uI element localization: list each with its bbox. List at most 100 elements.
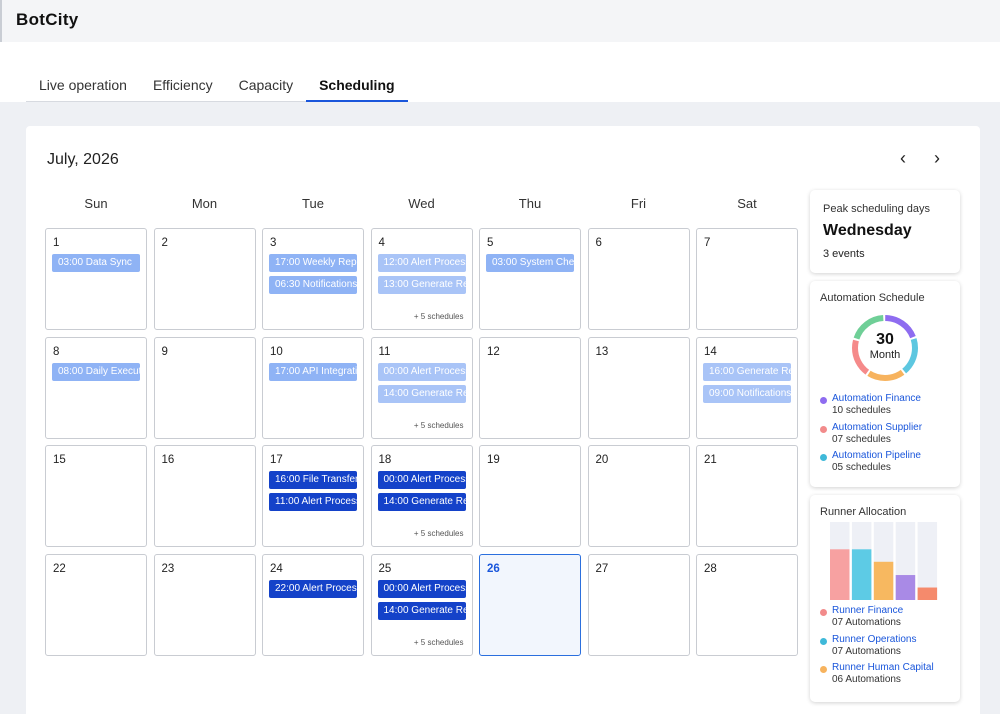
tab-scheduling[interactable]: Scheduling: [306, 74, 408, 102]
legend-count: 07 Automations: [832, 617, 901, 628]
legend-dot: [820, 666, 827, 673]
day-number: 9: [161, 345, 168, 358]
day-cell[interactable]: 13: [587, 336, 690, 439]
schedule-event[interactable]: 09:00 Notifications: [703, 384, 791, 403]
day-cell[interactable]: 3 17:00 Weekly Report 06:30 Notifications: [262, 228, 364, 330]
more-schedules-link[interactable]: + 5 schedules: [414, 421, 464, 430]
weekday-sat: Sat: [737, 196, 757, 211]
botcity-logo[interactable]: BotCity: [16, 10, 79, 30]
tab-efficiency[interactable]: Efficiency: [140, 74, 226, 102]
schedule-event[interactable]: 00:00 Alert Processing: [377, 362, 466, 381]
day-cell[interactable]: 20: [587, 445, 690, 547]
weekday-mon: Mon: [191, 196, 218, 211]
day-number: 18: [378, 454, 392, 466]
schedule-event[interactable]: 22:00 Alert Processing: [269, 579, 357, 598]
day-number: 13: [595, 345, 609, 358]
day-cell[interactable]: 9: [153, 336, 256, 439]
schedule-event[interactable]: 00:00 Alert Processing: [377, 471, 466, 489]
day-cell[interactable]: 14 16:00 Generate Report 09:00 Notificatio…: [696, 336, 798, 439]
tab-capacity[interactable]: Capacity: [226, 74, 306, 102]
schedule-event[interactable]: 03:00 System Check: [486, 254, 574, 272]
day-number: 16: [161, 454, 175, 466]
day-cell[interactable]: 12: [479, 336, 581, 439]
day-cell[interactable]: 11 00:00 Alert Processing 14:00 Generate R…: [370, 336, 473, 439]
day-number: 2: [161, 237, 168, 249]
peak-scheduling-panel: Peak scheduling days Wednesday 3 events: [810, 190, 960, 273]
day-number: 20: [595, 454, 609, 466]
schedule-event[interactable]: 11:00 Alert Processing: [269, 493, 357, 511]
schedule-event[interactable]: 14:00 Generate Report: [377, 601, 466, 620]
day-cell[interactable]: 21: [696, 445, 798, 547]
day-cell[interactable]: 23: [153, 553, 256, 656]
more-schedules-link[interactable]: + 5 schedules: [414, 638, 464, 647]
top-bar: BotCity: [0, 0, 1000, 42]
legend-name[interactable]: Runner Human Capital: [832, 662, 934, 673]
day-cell[interactable]: 2: [153, 228, 256, 330]
tab-live-operation[interactable]: Live operation: [26, 74, 140, 102]
legend-dot: [820, 609, 827, 616]
legend-count: 06 Automations: [832, 674, 901, 685]
legend-count: 10 schedules: [832, 405, 891, 416]
schedule-event[interactable]: 08:00 Daily Execution: [52, 362, 140, 381]
schedule-event[interactable]: 14:00 Generate Report: [377, 493, 466, 511]
day-cell[interactable]: 27: [587, 553, 690, 656]
schedule-event[interactable]: 00:00 Alert Processing: [377, 579, 466, 598]
day-cell[interactable]: 28: [696, 553, 798, 656]
day-number: 24: [270, 562, 283, 575]
day-number: 15: [53, 454, 66, 466]
day-cell[interactable]: 25 00:00 Alert Processing 14:00 Generate R…: [370, 553, 473, 656]
schedule-event[interactable]: 13:00 Generate Report: [377, 276, 466, 294]
day-cell[interactable]: 4 12:00 Alert Processing 13:00 Generate Re…: [370, 228, 473, 330]
day-cell[interactable]: 16: [153, 445, 256, 547]
donut-total: 30: [876, 331, 894, 348]
day-cell[interactable]: 10 17:00 API Integration: [262, 336, 364, 439]
day-number: 5: [487, 237, 494, 249]
peak-day: Wednesday: [823, 222, 912, 239]
day-cell[interactable]: 7: [696, 228, 798, 330]
day-cell[interactable]: 5 03:00 System Check: [479, 228, 581, 330]
legend-name[interactable]: Runner Operations: [832, 634, 917, 645]
day-number: 22: [53, 562, 66, 575]
day-number: 17: [270, 454, 283, 466]
schedule-event[interactable]: 17:00 Weekly Report: [269, 254, 357, 272]
day-number: 26: [487, 562, 500, 575]
day-number: 28: [704, 562, 717, 575]
legend-name[interactable]: Automation Pipeline: [832, 450, 921, 461]
day-cell[interactable]: 19: [479, 445, 581, 547]
schedule-event[interactable]: 17:00 API Integration: [269, 362, 357, 381]
schedule-event[interactable]: 16:00 Generate Report: [703, 362, 791, 381]
day-cell[interactable]: 17 16:00 File Transfer 11:00 Alert Process…: [262, 445, 364, 547]
runner-bar: [830, 549, 850, 600]
schedule-event[interactable]: 16:00 File Transfer: [269, 471, 357, 489]
schedule-event[interactable]: 12:00 Alert Processing: [377, 254, 466, 272]
chevron-right-icon[interactable]: ›: [926, 148, 948, 170]
automation-schedule-panel: Automation Schedule 30 Month Automation …: [810, 281, 960, 487]
legend-name[interactable]: Runner Finance: [832, 605, 903, 616]
day-cell[interactable]: 24 22:00 Alert Processing: [262, 553, 364, 656]
runner-bar: [895, 575, 916, 600]
schedule-event[interactable]: 14:00 Generate Report: [377, 384, 466, 403]
more-schedules-link[interactable]: + 5 schedules: [414, 312, 464, 321]
peak-title: Peak scheduling days: [823, 203, 931, 215]
day-cell[interactable]: 22: [45, 553, 147, 656]
tab-bar: Live operation Efficiency Capacity Scheduli…: [0, 42, 1000, 102]
legend-name[interactable]: Automation Finance: [832, 393, 921, 404]
day-cell[interactable]: 18 00:00 Alert Processing 14:00 Generate R…: [370, 445, 473, 547]
runner-bar: [917, 587, 938, 600]
day-cell[interactable]: 8 08:00 Daily Execution: [45, 336, 147, 439]
schedule-event[interactable]: 06:30 Notifications: [269, 276, 357, 294]
month-title: July, 2026: [47, 151, 119, 168]
automation-schedule-title: Automation Schedule: [820, 292, 925, 304]
chevron-left-icon[interactable]: ‹: [892, 148, 914, 170]
day-cell[interactable]: 26: [479, 553, 581, 656]
day-cell[interactable]: 6: [587, 228, 690, 330]
runner-bar: [873, 561, 894, 600]
day-cell[interactable]: 1 03:00 Data Sync: [45, 228, 147, 330]
day-cell[interactable]: 15: [45, 445, 147, 547]
legend-name[interactable]: Automation Supplier: [832, 422, 922, 433]
legend-dot: [820, 454, 827, 461]
more-schedules-link[interactable]: + 5 schedules: [414, 529, 464, 538]
schedule-event[interactable]: 03:00 Data Sync: [52, 254, 140, 272]
day-number: 3: [270, 237, 277, 249]
weekday-header: Sun Mon Tue Wed Thu Fri Sat: [45, 196, 798, 214]
